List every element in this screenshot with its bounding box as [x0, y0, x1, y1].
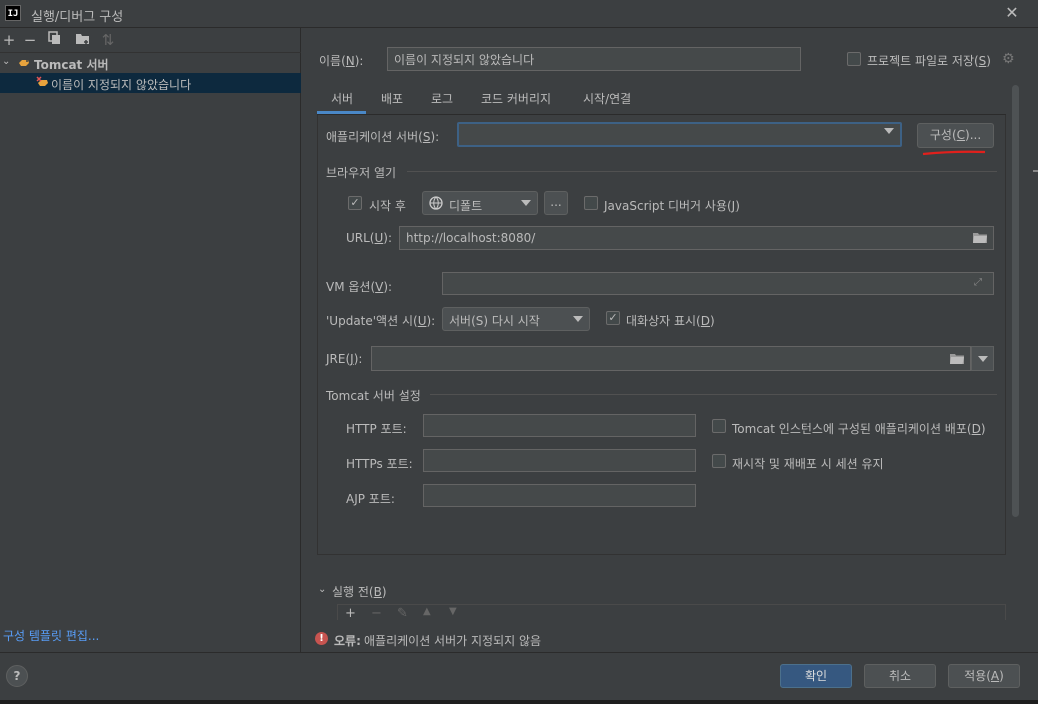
move-up-icon[interactable]: ▲: [423, 606, 431, 617]
configure-button[interactable]: 구성(C)...: [917, 123, 994, 148]
js-debugger-checkbox[interactable]: [584, 196, 598, 210]
error-prefix: 오류:: [334, 634, 361, 648]
intellij-logo-icon: IJ: [5, 5, 21, 21]
section-separator: [407, 171, 997, 172]
tab-logs[interactable]: 로그: [431, 90, 453, 107]
tab-startup-connection[interactable]: 시작/연결: [583, 90, 631, 107]
configurations-toolbar: + − ⇅: [0, 28, 301, 53]
on-update-label: 'Update'액션 시(U):: [326, 314, 436, 328]
after-launch-label: 시작 후: [369, 199, 406, 213]
add-icon[interactable]: +: [345, 606, 356, 621]
configurations-panel: [0, 28, 301, 652]
chevron-down-icon[interactable]: [521, 200, 531, 206]
vm-options-label: VM 옵션(V):: [326, 280, 393, 294]
preserve-sessions-label: 재시작 및 재배포 시 세션 유지: [732, 457, 884, 471]
url-input[interactable]: http://localhost:8080/: [399, 226, 994, 250]
app-server-select[interactable]: [457, 122, 902, 147]
close-icon[interactable]: ✕: [1002, 3, 1022, 23]
http-port-label: HTTP 포트:: [346, 422, 407, 436]
preserve-sessions-checkbox[interactable]: [712, 454, 726, 468]
cancel-button[interactable]: 취소: [864, 664, 936, 688]
error-message: 애플리케이션 서버가 지정되지 않음: [364, 634, 542, 648]
tab-code-coverage[interactable]: 코드 커버리지: [481, 90, 551, 107]
ajp-port-label: AJP 포트:: [346, 492, 395, 506]
error-icon: !: [315, 632, 328, 645]
right-gutter: [1019, 28, 1038, 652]
before-launch-label[interactable]: 실행 전(B): [332, 583, 387, 600]
section-separator: [430, 394, 997, 395]
edit-templates-link[interactable]: 구성 템플릿 편집...: [3, 627, 99, 644]
browser-value: 디폴트: [449, 199, 483, 213]
remove-icon[interactable]: −: [21, 31, 39, 49]
show-dialog-label: 대화상자 표시(D): [626, 314, 715, 328]
name-input[interactable]: 이름이 지정되지 않았습니다: [387, 47, 801, 71]
remove-icon[interactable]: −: [371, 606, 382, 621]
store-as-file-checkbox[interactable]: [847, 52, 861, 66]
chevron-down-icon[interactable]: [978, 356, 988, 362]
app-server-label: 애플리케이션 서버(S):: [326, 130, 440, 144]
name-label: 이름(N):: [319, 54, 364, 68]
globe-icon: [429, 196, 443, 213]
folder-icon[interactable]: [950, 353, 964, 364]
store-as-file-label: 프로젝트 파일로 저장(S): [867, 54, 991, 68]
tree-item-label: 이름이 지정되지 않았습니다: [51, 78, 192, 92]
before-launch-toolbar: [337, 604, 1006, 620]
after-launch-checkbox[interactable]: ✓: [348, 196, 362, 210]
ajp-port-input[interactable]: [423, 484, 696, 507]
new-folder-icon[interactable]: [73, 31, 91, 49]
red-underline-annotation: [922, 150, 986, 156]
tab-server[interactable]: 서버: [331, 90, 353, 107]
folder-icon[interactable]: [973, 232, 987, 243]
js-debugger-label: JavaScript 디버거 사용(J): [604, 199, 740, 213]
jre-label: JRE(J):: [326, 352, 363, 366]
vm-options-input[interactable]: [442, 272, 994, 295]
scrollbar[interactable]: [1012, 85, 1019, 517]
bottom-edge: [0, 700, 1038, 704]
url-label: URL(U):: [346, 231, 393, 245]
show-dialog-checkbox[interactable]: ✓: [606, 311, 620, 325]
add-icon[interactable]: +: [0, 31, 18, 49]
https-port-input[interactable]: [423, 449, 696, 472]
tomcat-settings-section-title: Tomcat 서버 설정: [326, 389, 421, 403]
chevron-down-icon[interactable]: ⌄: [318, 584, 326, 595]
copy-icon[interactable]: [46, 31, 64, 49]
browser-more-button[interactable]: ...: [544, 191, 568, 215]
deploy-apps-label: Tomcat 인스턴스에 구성된 애플리케이션 배포(D): [732, 422, 986, 436]
help-button[interactable]: ?: [6, 665, 28, 687]
deploy-apps-checkbox[interactable]: [712, 419, 726, 433]
chevron-down-icon[interactable]: ⌄: [2, 56, 10, 67]
on-update-value: 서버(S) 다시 시작: [449, 314, 540, 328]
expand-icon[interactable]: ⤢: [974, 277, 982, 288]
title-bar: [0, 0, 1038, 28]
chevron-down-icon[interactable]: [573, 316, 583, 322]
move-down-icon[interactable]: ▼: [449, 606, 457, 617]
open-browser-section-title: 브라우저 열기: [326, 166, 397, 180]
tree-group-label: Tomcat 서버: [34, 58, 109, 72]
https-port-label: HTTPs 포트:: [346, 457, 413, 471]
tomcat-error-icon: [36, 76, 49, 88]
tab-deployment[interactable]: 배포: [381, 90, 403, 107]
tomcat-icon: [18, 57, 30, 67]
ok-button[interactable]: 확인: [780, 664, 852, 688]
apply-button[interactable]: 적용(A): [948, 664, 1020, 688]
jre-input[interactable]: [371, 346, 971, 371]
gutter-mark: [1033, 170, 1038, 172]
gear-icon[interactable]: ⚙: [1002, 51, 1015, 67]
window-title: 실행/디버그 구성: [31, 10, 124, 25]
edit-icon[interactable]: ✎: [397, 606, 408, 621]
http-port-input[interactable]: [423, 414, 696, 437]
chevron-down-icon[interactable]: [884, 128, 894, 134]
sort-icon[interactable]: ⇅: [99, 31, 117, 49]
